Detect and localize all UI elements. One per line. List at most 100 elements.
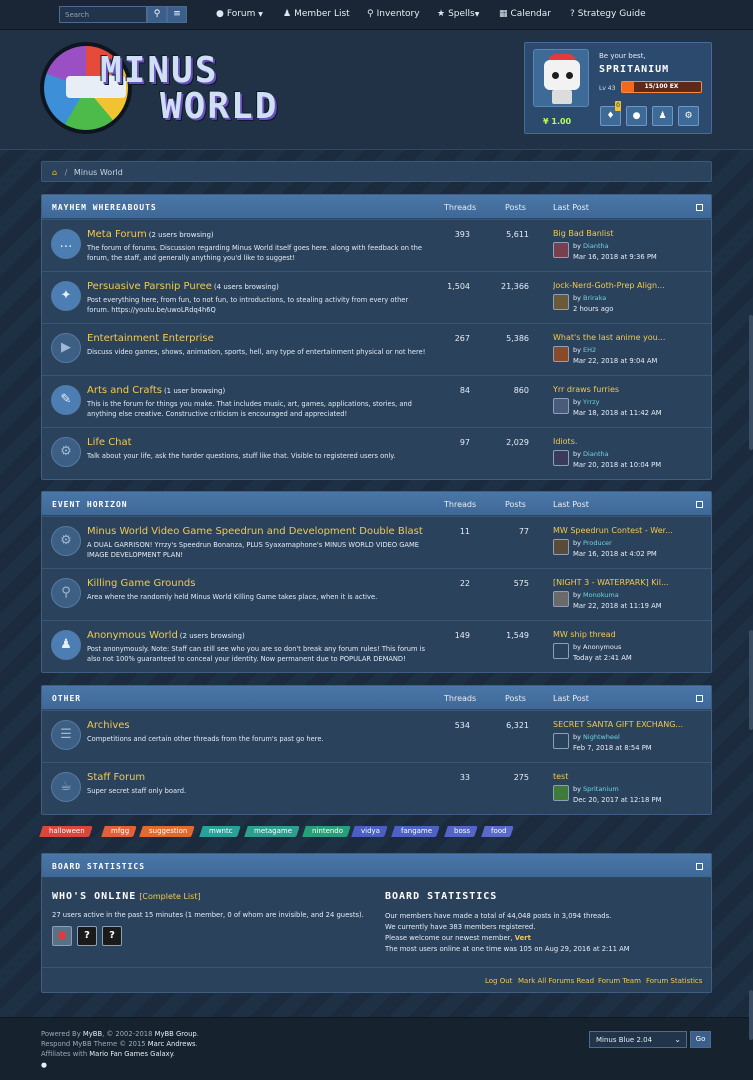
last-poster-link[interactable]: Monokuma	[583, 591, 619, 599]
online-user-avatar[interactable]: ●	[52, 926, 72, 946]
last-post-link[interactable]: Yrr draws furries	[553, 385, 703, 394]
last-poster-avatar[interactable]	[553, 643, 569, 659]
forum-statistics-link[interactable]: Forum Statistics	[646, 977, 702, 985]
section-title[interactable]: MAYHEM WHEREABOUTS	[52, 203, 157, 212]
last-poster-link[interactable]: Anonymous	[583, 643, 621, 651]
go-button[interactable]: Go	[690, 1031, 711, 1048]
last-poster-avatar[interactable]	[553, 294, 569, 310]
forum-link[interactable]: Archives	[87, 720, 130, 731]
profile-button[interactable]: ♟	[652, 106, 673, 126]
last-poster-link[interactable]: Diantha	[583, 242, 609, 250]
last-post-date: Feb 7, 2018 at 8:54 PM	[573, 744, 652, 752]
last-post-link[interactable]: test	[553, 772, 703, 781]
tag-nintendo[interactable]: nintendo	[302, 826, 351, 837]
last-poster-avatar[interactable]	[553, 591, 569, 607]
last-poster-avatar[interactable]	[553, 733, 569, 749]
gear-icon: ⚙	[51, 437, 81, 467]
collapse-toggle[interactable]	[696, 501, 703, 508]
last-poster-avatar[interactable]	[553, 398, 569, 414]
last-post-link[interactable]: Idiots.	[553, 437, 703, 446]
last-post-author: by EH2	[573, 346, 597, 354]
username[interactable]: SPRITANIUM	[599, 64, 669, 75]
nav-member-list[interactable]: ♟ Member List	[283, 9, 350, 19]
breadcrumb-current[interactable]: Minus World	[74, 168, 123, 177]
forum-link[interactable]: Anonymous World	[87, 630, 178, 641]
forum-link[interactable]: Entertainment Enterprise	[87, 333, 214, 344]
last-poster-avatar[interactable]	[553, 450, 569, 466]
last-post-link[interactable]: Jock-Nerd-Goth-Prep Align...	[553, 281, 703, 290]
nav-spells[interactable]: ★ Spells▼	[437, 9, 479, 19]
tag-suggestion[interactable]: suggestion	[139, 826, 196, 837]
last-poster-link[interactable]: EH2	[583, 346, 596, 354]
logout-link[interactable]: Log Out	[485, 977, 512, 985]
scrollbar-thumb[interactable]	[749, 315, 753, 450]
home-icon[interactable]: ⌂	[52, 168, 57, 177]
site-logo[interactable]: MINUS WORLD	[40, 40, 300, 135]
last-poster-link[interactable]: Yrrzy	[583, 398, 599, 406]
scrollbar-thumb[interactable]	[749, 990, 753, 1040]
mark-all-read-link[interactable]: Mark All Forums Read	[518, 977, 594, 985]
user-avatar[interactable]	[533, 49, 589, 107]
last-post-link[interactable]: What's the last anime you...	[553, 333, 703, 342]
last-poster-avatar[interactable]	[553, 785, 569, 801]
last-poster-link[interactable]: Nightwheel	[583, 733, 620, 741]
tag-label: mwntc	[209, 827, 233, 835]
last-poster-avatar[interactable]	[553, 539, 569, 555]
tag-mfgg[interactable]: mfgg	[101, 826, 137, 837]
theme-author-link[interactable]: Marc Andrews	[148, 1040, 196, 1048]
last-poster-avatar[interactable]	[553, 346, 569, 362]
complete-list-link[interactable]: [Complete List]	[139, 892, 200, 901]
tag-fangame[interactable]: fangame	[391, 826, 440, 837]
theme-select[interactable]: Minus Blue 2.04 ⌄	[589, 1031, 687, 1048]
forum-link[interactable]: Staff Forum	[87, 772, 145, 783]
section-title[interactable]: EVENT HORIZON	[52, 500, 128, 509]
collapse-toggle[interactable]	[696, 695, 703, 702]
tag-food[interactable]: food	[481, 826, 515, 837]
collapse-toggle[interactable]	[696, 863, 703, 870]
section-title[interactable]: OTHER	[52, 694, 81, 703]
tag-halloween[interactable]: halloween	[39, 826, 93, 837]
last-post-link[interactable]: Big Bad Banlist	[553, 229, 703, 238]
bell-icon: ♦	[606, 111, 615, 121]
forum-link[interactable]: Minus World Video Game Speedrun and Deve…	[87, 526, 423, 537]
tag-boss[interactable]: boss	[444, 826, 478, 837]
forum-link[interactable]: Killing Game Grounds	[87, 578, 195, 589]
tag-vidya[interactable]: vidya	[351, 826, 388, 837]
forum-title: Entertainment Enterprise	[87, 333, 216, 344]
forum-link[interactable]: Persuasive Parsnip Puree	[87, 281, 212, 292]
nav-forum[interactable]: ● Forum ▼	[216, 9, 263, 19]
forum-link[interactable]: Life Chat	[87, 437, 132, 448]
last-post-author: by Spritanium	[573, 785, 619, 793]
tag-metagame[interactable]: metagame	[244, 826, 300, 837]
collapse-toggle[interactable]	[696, 204, 703, 211]
nav-calendar[interactable]: ▦ Calendar	[499, 9, 551, 19]
forum-title: Killing Game Grounds	[87, 578, 197, 589]
search-input[interactable]: Search	[59, 6, 147, 23]
scrollbar-thumb[interactable]	[749, 630, 753, 730]
users-browsing: (2 users browsing)	[148, 231, 214, 239]
last-poster-link[interactable]: Briraka	[583, 294, 606, 302]
forum-link[interactable]: Arts and Crafts	[87, 385, 162, 396]
forum-team-link[interactable]: Forum Team	[598, 977, 641, 985]
last-poster-avatar[interactable]	[553, 242, 569, 258]
advanced-search-button[interactable]: ≡	[167, 6, 187, 23]
last-poster-link[interactable]: Producer	[583, 539, 612, 547]
last-post-link[interactable]: MW ship thread	[553, 630, 703, 639]
nav-inventory[interactable]: ⚲ Inventory	[367, 9, 420, 19]
messages-button[interactable]: ●	[626, 106, 647, 126]
last-post-link[interactable]: [NIGHT 3 - WATERPARK] Kil...	[553, 578, 703, 587]
mybb-group-link[interactable]: MyBB Group	[155, 1030, 197, 1038]
last-poster-link[interactable]: Diantha	[583, 450, 609, 458]
settings-button[interactable]: ⚙	[678, 106, 699, 126]
nav-strategy-guide[interactable]: ? Strategy Guide	[570, 9, 646, 19]
search-button[interactable]: ⚲	[147, 6, 167, 23]
last-poster-link[interactable]: Spritanium	[583, 785, 619, 793]
posts-column-header: Posts	[505, 500, 526, 509]
last-post-link[interactable]: MW Speedrun Contest - Wer...	[553, 526, 703, 535]
last-post-link[interactable]: SECRET SANTA GIFT EXCHANG...	[553, 720, 703, 729]
affiliate-link[interactable]: Mario Fan Games Galaxy	[89, 1050, 172, 1058]
newest-member-link[interactable]: Vert	[515, 934, 531, 942]
forum-link[interactable]: Meta Forum	[87, 229, 147, 240]
mybb-link[interactable]: MyBB	[83, 1030, 102, 1038]
tag-mwntc[interactable]: mwntc	[199, 826, 241, 837]
